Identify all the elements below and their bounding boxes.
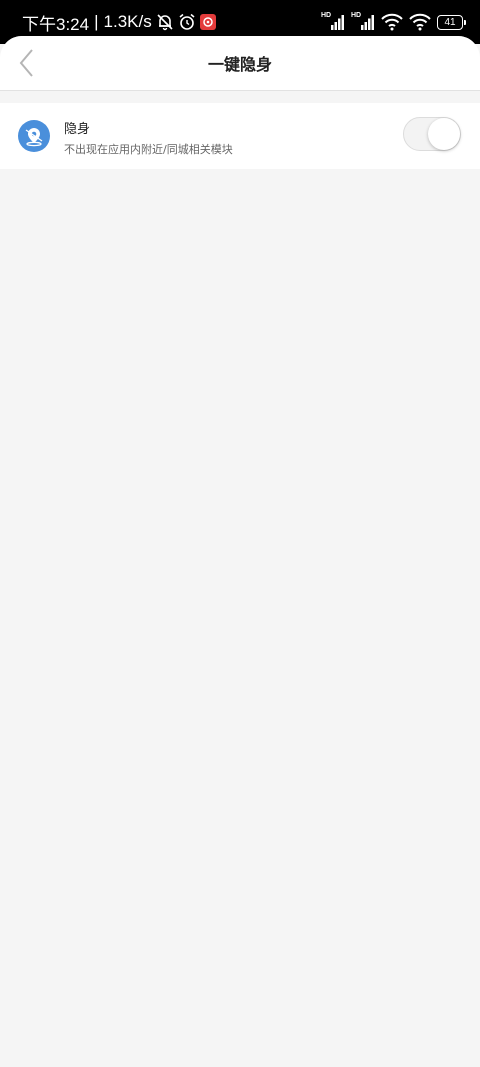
wifi-icon	[409, 13, 431, 31]
status-left: 下午3:24 | 1.3K/s	[22, 11, 216, 34]
status-time: 下午3:24	[22, 14, 90, 34]
battery-tip	[464, 19, 466, 25]
setting-description: 不出现在应用内附近/同城相关模块	[64, 143, 233, 156]
stealth-setting-row: 隐身 不出现在应用内附近/同城相关模块	[0, 103, 480, 169]
network-speed: 1.3K/s	[103, 12, 152, 31]
hd-signal-icon: HD	[321, 12, 345, 32]
wifi-icon	[381, 13, 403, 31]
netease-music-icon	[199, 14, 216, 30]
alarm-icon	[178, 13, 196, 31]
battery-level: 41	[437, 14, 463, 30]
status-separator: |	[94, 12, 99, 31]
ghost-location-icon	[18, 120, 50, 152]
app-content: 一键隐身 隐身 不出现在应用内附近/同城相关模块	[0, 36, 480, 1067]
setting-title: 隐身	[64, 122, 91, 137]
phone-screen: 下午3:24 | 1.3K/s HD HD 41 一键隐身 隐身 不出现在应用内…	[0, 0, 480, 1067]
battery-indicator: 41	[437, 14, 466, 30]
status-right: HD HD 41	[321, 10, 466, 34]
page-title: 一键隐身	[207, 55, 272, 74]
muted-bell-icon	[156, 13, 174, 31]
navigation-bar: 一键隐身	[0, 36, 480, 91]
toggle-knob	[428, 118, 460, 150]
hd-signal-icon: HD	[351, 12, 375, 32]
stealth-toggle[interactable]	[403, 117, 461, 151]
